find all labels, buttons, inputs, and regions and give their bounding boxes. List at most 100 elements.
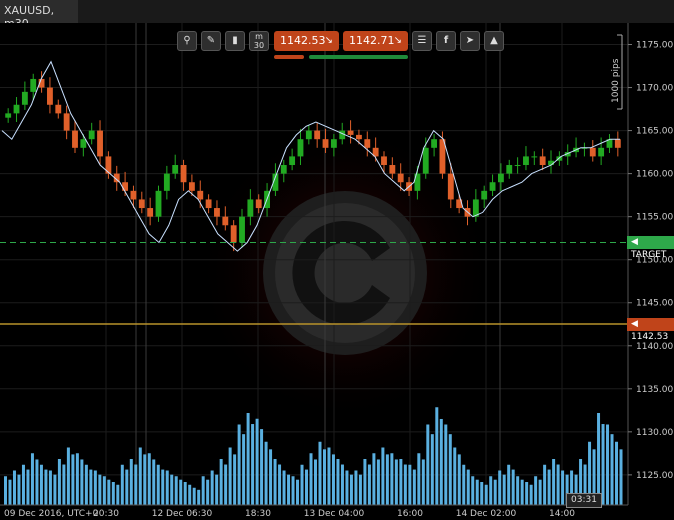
volume-bar <box>269 449 273 505</box>
volume-bar <box>201 476 205 505</box>
y-tick-label: 1130.00 <box>636 428 673 438</box>
volume-bar <box>125 469 129 505</box>
timeframe-icon[interactable]: m 30 <box>249 31 269 51</box>
y-tick-label: 1165.00 <box>636 127 673 137</box>
candle-body <box>21 91 28 105</box>
volume-bar <box>246 413 250 505</box>
volume-bar <box>399 459 403 505</box>
zoom-icon[interactable]: ⚲ <box>177 31 197 51</box>
volume-bar <box>228 447 232 505</box>
candle-body <box>506 165 513 174</box>
candle-body <box>589 147 596 157</box>
crosshair-time-label: 03:31 <box>571 495 597 505</box>
volume-bar <box>305 469 309 505</box>
volume-bar <box>376 459 380 505</box>
candle-body <box>130 190 137 200</box>
candle-body <box>297 139 304 157</box>
candle-body <box>147 208 154 217</box>
volume-bar <box>210 470 214 505</box>
volume-bar <box>233 454 237 505</box>
x-tick-label: 14:00 <box>549 509 575 519</box>
volume-bar <box>358 474 362 505</box>
volume-bar <box>116 484 120 505</box>
volume-bar <box>520 479 524 505</box>
candle-body <box>364 139 371 148</box>
buy-volume-bar <box>309 55 408 59</box>
buy-button[interactable]: 1142.71 ↘ <box>343 31 408 51</box>
volume-bar <box>435 407 439 505</box>
volume-bar <box>417 453 421 505</box>
volume-bar <box>394 459 398 505</box>
volume-bar <box>336 459 340 505</box>
chart-settings-icon[interactable]: ✎ <box>201 31 221 51</box>
sell-button[interactable]: 1142.53 ↘ <box>274 31 339 51</box>
volume-bar <box>62 464 66 505</box>
y-tick-label: 1160.00 <box>636 170 673 180</box>
volume-bar <box>183 482 187 505</box>
volume-bar <box>597 413 601 505</box>
volume-bar <box>165 470 169 505</box>
candle-body <box>155 190 162 217</box>
candle-body <box>197 190 204 200</box>
candle-body <box>531 156 538 158</box>
target-tag[interactable]: ◀ TARGET <box>627 236 674 260</box>
y-tick-label: 1155.00 <box>636 213 673 223</box>
volume-bar <box>448 434 452 505</box>
volume-bar <box>291 476 295 505</box>
volume-bar <box>296 479 300 505</box>
y-tick-label: 1125.00 <box>636 471 673 481</box>
x-tick-label: 14 Dec 02:00 <box>456 509 517 519</box>
candle-body <box>88 130 95 140</box>
volume-bar <box>161 469 165 505</box>
volume-bar <box>66 447 70 505</box>
candle-body <box>172 165 179 174</box>
current-price-label: 1142.53 <box>631 331 669 342</box>
crosshair-time-tag: 03:31 <box>566 493 602 508</box>
candle-body <box>163 173 170 191</box>
candle-body <box>523 156 529 166</box>
volume-bar <box>529 484 533 505</box>
candle-body <box>255 199 262 209</box>
indicators-icon[interactable]: ☰ <box>412 31 432 51</box>
candle-body <box>97 130 103 157</box>
pips-label: 1000 pips <box>611 58 621 103</box>
candle-body <box>481 190 488 200</box>
volume-bar <box>484 484 488 505</box>
symbol-tab[interactable]: XAUUSD, m30 <box>0 0 79 30</box>
volume-bar <box>331 454 335 505</box>
candle-body <box>247 199 254 217</box>
volume-bar <box>426 424 430 505</box>
volume-bar <box>502 474 506 505</box>
volume-bar <box>273 459 277 505</box>
candle-body <box>55 104 62 114</box>
volume-bar <box>120 464 124 505</box>
share-icon[interactable]: ➤ <box>460 31 480 51</box>
volume-bar <box>89 469 93 505</box>
volume-bar <box>372 453 376 505</box>
volume-bar <box>17 474 21 505</box>
candle-body <box>13 104 20 114</box>
volume-bar <box>264 441 268 505</box>
buy-price: 1142.71 <box>349 34 395 47</box>
candle-body <box>138 199 145 209</box>
volume-bar <box>327 447 331 505</box>
price-chart[interactable]: 1125.001130.001135.001140.001145.001150.… <box>0 23 674 520</box>
facebook-icon[interactable]: f <box>436 31 456 51</box>
candle-body <box>289 156 296 166</box>
volume-bar <box>224 464 228 505</box>
volume-bar <box>84 464 88 505</box>
y-tick-label: 1175.00 <box>636 41 673 51</box>
volume-bar <box>453 447 457 505</box>
volume-bar <box>197 489 201 505</box>
volume-bar <box>138 447 142 505</box>
volume-bar <box>408 464 412 505</box>
volume-bar <box>314 459 317 505</box>
drawing-icon[interactable]: ▲ <box>484 31 504 51</box>
volume-bar <box>57 459 61 505</box>
tab-bar <box>78 0 674 23</box>
volume-bar <box>561 470 565 505</box>
volume-bar <box>601 424 605 505</box>
chart-type-icon[interactable]: ▮ <box>225 31 245 51</box>
volume-bar <box>430 434 434 505</box>
volume-bar <box>556 464 560 505</box>
